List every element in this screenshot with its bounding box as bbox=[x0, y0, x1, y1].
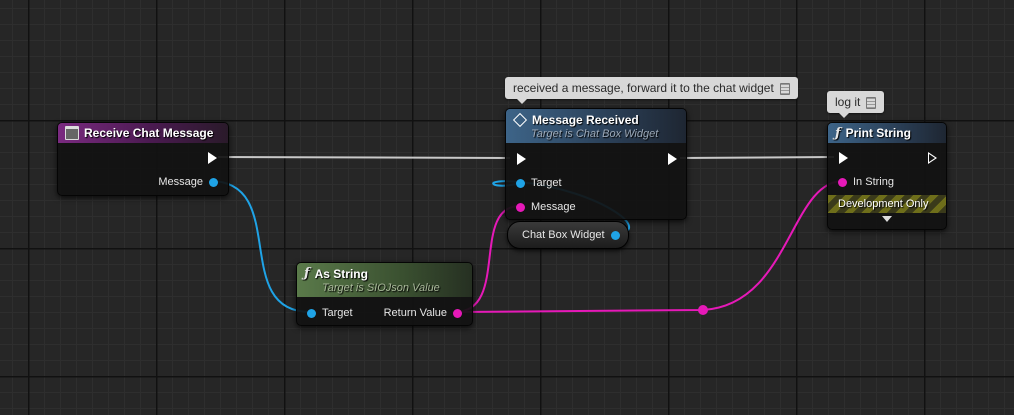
exec-out-pin[interactable] bbox=[928, 152, 937, 164]
comment-text: received a message, forward it to the ch… bbox=[513, 81, 774, 95]
node-title: Receive Chat Message bbox=[84, 126, 214, 140]
node-subtitle: Target is Chat Box Widget bbox=[531, 127, 659, 140]
object-wire-message bbox=[209, 180, 311, 313]
pin-label: Message bbox=[158, 176, 203, 188]
pin-label: Target bbox=[531, 177, 562, 189]
dev-only-label: Development Only bbox=[838, 198, 929, 210]
comment-print-string[interactable]: log it bbox=[827, 91, 885, 118]
exec-wire-2 bbox=[679, 156, 835, 159]
pin-label: In String bbox=[853, 176, 894, 188]
pin-icon[interactable] bbox=[866, 96, 877, 109]
exec-out-pin[interactable] bbox=[208, 152, 217, 164]
object-pin-icon[interactable] bbox=[516, 178, 525, 188]
pin-label: Return Value bbox=[383, 307, 447, 319]
pin-return-value-out[interactable]: Return Value bbox=[384, 307, 462, 319]
object-pin-icon[interactable] bbox=[307, 308, 316, 318]
node-subtitle: Target is SIOJson Value bbox=[322, 282, 440, 294]
node-header: Message Received Target is Chat Box Widg… bbox=[506, 109, 686, 143]
expand-arrow-icon[interactable] bbox=[882, 216, 892, 222]
pin-message-in[interactable]: Message bbox=[516, 201, 576, 213]
exec-out-pin[interactable] bbox=[668, 153, 677, 165]
pin-icon[interactable] bbox=[779, 82, 790, 95]
variable-chat-box-widget[interactable]: Chat Box Widget bbox=[507, 221, 629, 249]
string-pin-icon[interactable] bbox=[516, 202, 525, 212]
comment-message-received[interactable]: received a message, forward it to the ch… bbox=[505, 77, 798, 104]
node-title: Print String bbox=[845, 126, 911, 140]
object-pin-icon[interactable] bbox=[209, 177, 218, 187]
pin-target-in[interactable]: Target bbox=[307, 307, 353, 319]
node-print-string[interactable]: ƒ Print String In String Development Only bbox=[827, 122, 947, 230]
comment-text: log it bbox=[835, 95, 861, 109]
pin-in-string[interactable]: In String bbox=[838, 176, 894, 188]
object-pin-icon[interactable] bbox=[610, 230, 620, 240]
pin-label: Target bbox=[322, 307, 353, 319]
node-header: Receive Chat Message bbox=[58, 123, 228, 143]
exec-in-pin[interactable] bbox=[517, 153, 526, 165]
string-pin-icon[interactable] bbox=[838, 177, 847, 187]
exec-wire-1 bbox=[217, 156, 511, 159]
function-icon: ƒ bbox=[304, 266, 310, 281]
node-header: ƒ Print String bbox=[828, 123, 946, 143]
variable-label: Chat Box Widget bbox=[522, 229, 605, 241]
interface-event-icon bbox=[512, 112, 528, 127]
function-icon: ƒ bbox=[835, 125, 841, 141]
pin-target-in[interactable]: Target bbox=[516, 177, 562, 189]
node-title: Message Received bbox=[532, 112, 639, 127]
event-icon bbox=[65, 126, 79, 140]
node-title: As String bbox=[314, 266, 368, 281]
string-pin-icon[interactable] bbox=[453, 308, 462, 318]
node-as-string[interactable]: ƒ As String Target is SIOJson Value Targe… bbox=[296, 262, 473, 326]
pin-message-out[interactable]: Message bbox=[158, 176, 218, 188]
node-receive-chat-message[interactable]: Receive Chat Message Message bbox=[57, 122, 229, 196]
pin-label: Message bbox=[531, 201, 576, 213]
node-message-received[interactable]: Message Received Target is Chat Box Widg… bbox=[505, 108, 687, 220]
exec-in-pin[interactable] bbox=[839, 152, 848, 164]
node-header: ƒ As String Target is SIOJson Value bbox=[297, 263, 472, 297]
reroute-knot bbox=[698, 305, 708, 315]
development-only-banner: Development Only bbox=[828, 195, 946, 213]
